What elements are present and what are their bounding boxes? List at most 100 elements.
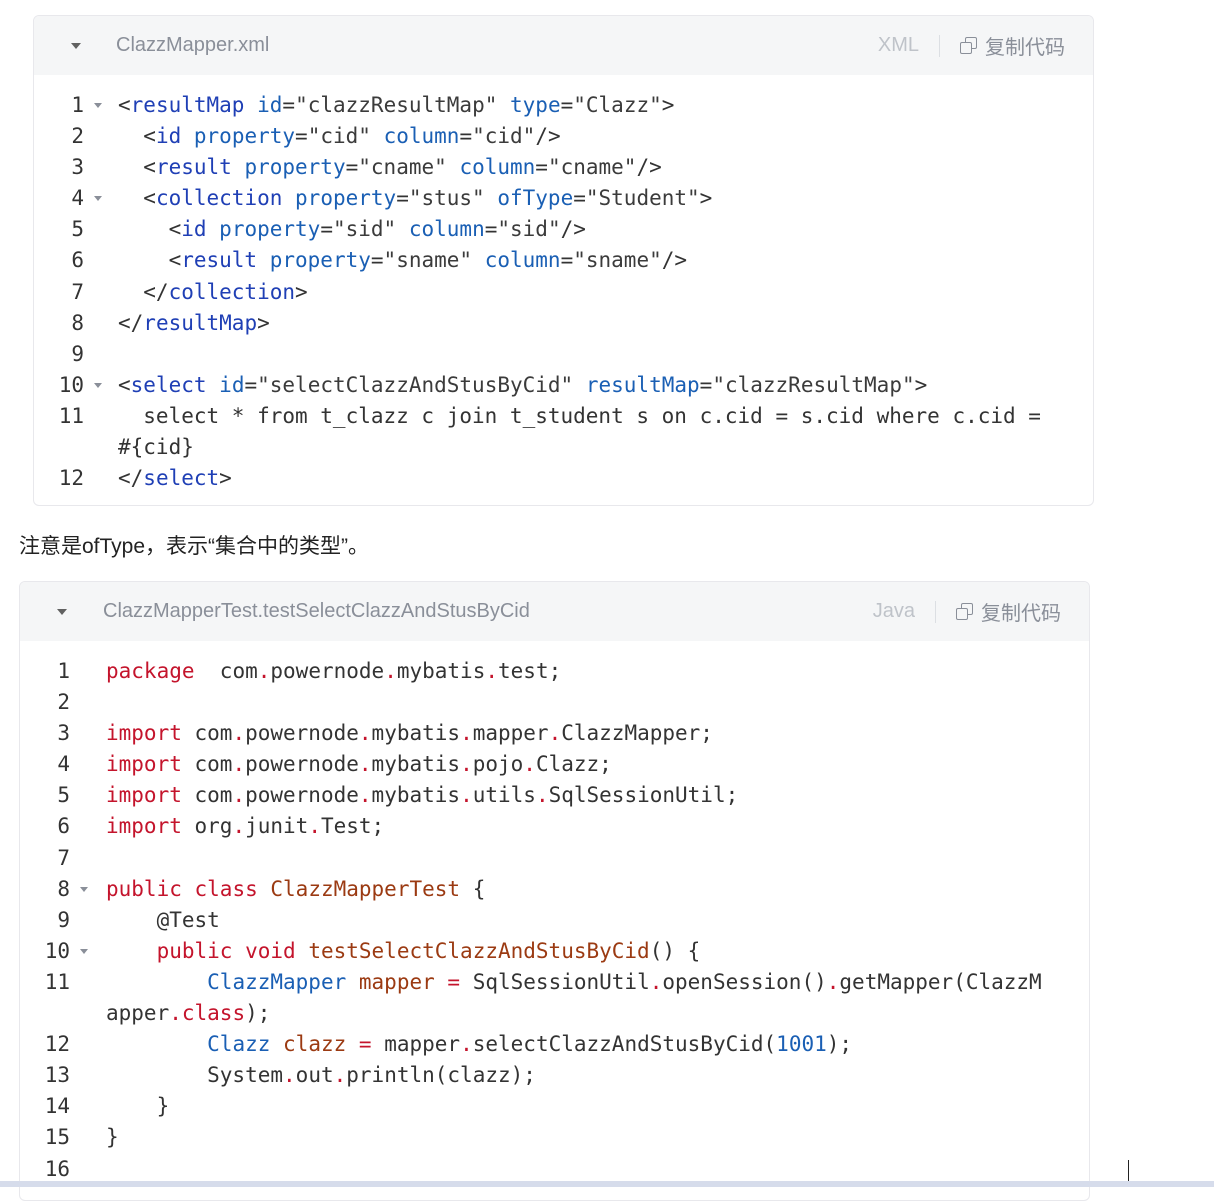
copy-code-label: 复制代码 — [985, 37, 1065, 59]
code-text: <resultMap id="clazzResultMap" type="Cla… — [118, 90, 674, 121]
code-token: ofType — [497, 186, 574, 211]
code-line: 5 import com.powernode.mybatis.utils.SqlS… — [20, 780, 1089, 811]
code-text: import com.powernode.mybatis.mapper.Claz… — [106, 718, 713, 749]
line-number: 14 — [44, 1094, 70, 1119]
code-token: mybatis — [396, 659, 486, 683]
code-token: property — [295, 186, 397, 211]
code-token: . — [232, 752, 246, 777]
line-number: 1 — [71, 93, 84, 117]
header-divider — [935, 600, 936, 623]
code-token: > — [257, 310, 270, 335]
code-line: 7 — [20, 843, 1089, 874]
line-number: 13 — [44, 1063, 70, 1088]
code-token: } — [106, 1094, 170, 1119]
code-token: id — [219, 372, 245, 397]
code-token: "cname" — [358, 155, 447, 180]
code-line: 3 import com.powernode.mybatis.mapper.Cla… — [20, 718, 1089, 749]
code-token: select — [130, 372, 207, 397]
code-text: import com.powernode.mybatis.pojo.Clazz; — [106, 749, 612, 780]
fold-arrow-icon[interactable] — [80, 886, 88, 892]
code-line: 6 import org.junit.Test; — [20, 811, 1089, 842]
code-line: 5 <id property="sid" column="sid"/> — [34, 214, 1093, 245]
line-number: 9 — [71, 341, 84, 366]
code-token: () { — [649, 938, 701, 963]
code-token: org — [181, 814, 233, 839]
code-language-label: XML — [877, 34, 919, 56]
text-cursor — [1128, 1160, 1129, 1181]
code-line: 1 <resultMap id="clazzResultMap" type="Cl… — [34, 90, 1093, 121]
code-token: select * from t_clazz c join t_student s… — [118, 403, 1041, 428]
copy-code-button[interactable]: 复制代码 — [960, 31, 1065, 60]
code-token: > — [699, 186, 713, 211]
code-token: . — [460, 1032, 473, 1057]
code-token: column — [408, 217, 485, 242]
fold-arrow-icon[interactable] — [94, 196, 102, 202]
code-token: . — [333, 1063, 347, 1088]
code-token: com — [181, 721, 233, 746]
code-token: = — [282, 93, 296, 117]
fold-arrow-icon[interactable] — [94, 382, 102, 388]
code-token: resultMap — [585, 372, 700, 397]
code-language-label: Java — [872, 600, 915, 622]
code-content[interactable]: 1 package com.powernode.mybatis.test; 2 3 im… — [20, 641, 1089, 1185]
code-token: /> — [661, 248, 688, 273]
code-filename: ClazzMapper.xml — [116, 34, 270, 56]
code-text: </select> — [118, 463, 232, 494]
code-text: } — [106, 1122, 119, 1153]
code-token: > — [914, 372, 928, 397]
code-token: ClazzMapperTest — [270, 876, 461, 901]
code-token: mapper — [371, 1032, 461, 1057]
code-text: Clazz clazz = mapper.selectClazzAndStusB… — [106, 1029, 852, 1060]
fold-arrow-icon[interactable] — [94, 103, 102, 108]
copy-code-button[interactable]: 复制代码 — [956, 597, 1061, 626]
line-number: 9 — [57, 907, 70, 932]
code-token: #{cid} — [118, 435, 194, 460]
code-line: 3 <result property="cname" column="cname… — [34, 152, 1093, 183]
code-token: . — [358, 721, 372, 746]
code-token: result — [155, 155, 232, 180]
code-text: System.out.println(clazz); — [106, 1060, 536, 1091]
code-token: /> — [535, 124, 561, 149]
code-line: 11 select * from t_clazz c join t_studen… — [34, 401, 1093, 463]
code-token: . — [535, 783, 549, 808]
code-token: . — [460, 752, 473, 777]
code-line: 4 <collection property="stus" ofType="St… — [34, 183, 1093, 214]
code-token: powernode — [245, 721, 359, 746]
code-content[interactable]: 1 <resultMap id="clazzResultMap" type="Cl… — [34, 75, 1093, 494]
code-token: System — [106, 1063, 284, 1088]
code-token: type — [510, 93, 561, 117]
code-token: . — [358, 783, 372, 808]
code-token: out — [295, 1063, 334, 1088]
code-token: = — [447, 969, 461, 994]
line-number: 16 — [44, 1156, 70, 1181]
code-token: < — [118, 186, 156, 211]
code-token: package — [106, 659, 195, 683]
code-token: pojo — [472, 752, 524, 777]
fold-arrow-icon[interactable] — [80, 948, 88, 954]
code-token: . — [460, 721, 473, 746]
code-token: com — [181, 783, 233, 808]
code-line: 7 </collection> — [34, 277, 1093, 308]
code-token: import — [106, 752, 182, 777]
code-line: 11 ClazzMapper mapper = SqlSessionUtil.o… — [20, 967, 1089, 1029]
code-token: junit — [245, 814, 309, 839]
line-number: 7 — [57, 845, 70, 870]
collapse-toggle-icon[interactable] — [53, 582, 71, 641]
code-line: 6 <result property="sname" column="sname… — [34, 245, 1093, 276]
line-number: 11 — [44, 969, 70, 994]
code-token: powernode — [245, 783, 359, 808]
code-token: ClazzMapper; — [561, 721, 713, 746]
copy-code-label: 复制代码 — [981, 603, 1061, 625]
code-token: = — [699, 372, 713, 397]
code-token: = — [459, 124, 473, 149]
collapse-toggle-icon[interactable] — [67, 16, 85, 75]
code-filename: ClazzMapperTest.testSelectClazzAndStusBy… — [103, 600, 530, 622]
line-number: 10 — [58, 372, 84, 397]
line-number: 12 — [44, 1032, 70, 1057]
